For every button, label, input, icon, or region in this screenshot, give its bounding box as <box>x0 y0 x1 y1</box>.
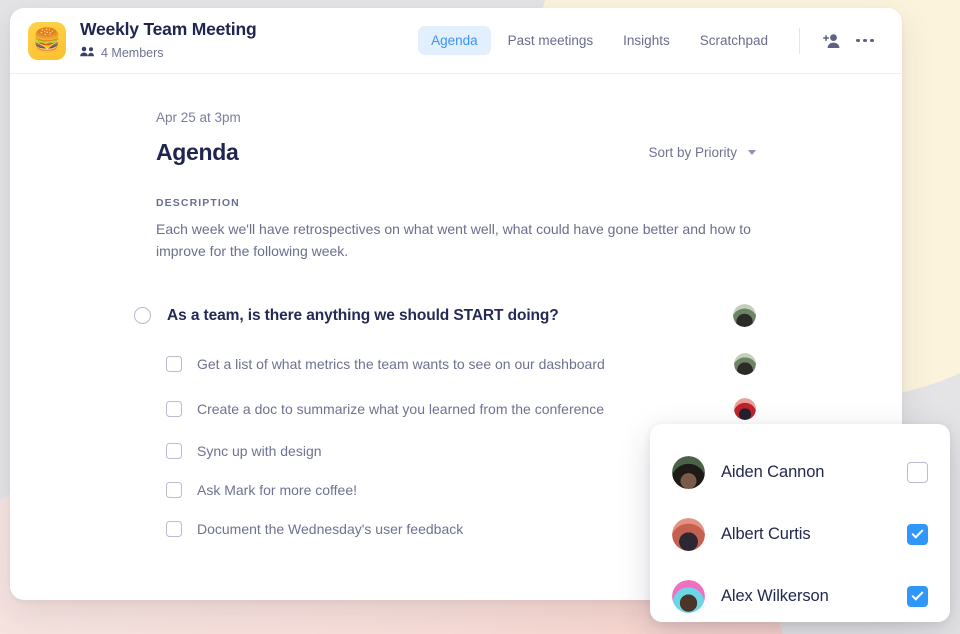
task-label: Document the Wednesday's user feedback <box>197 521 464 538</box>
assignee-name: Albert Curtis <box>721 524 811 543</box>
avatar-image <box>672 517 705 551</box>
avatar <box>734 398 756 421</box>
tab-agenda[interactable]: Agenda <box>418 26 491 55</box>
topic-radio[interactable] <box>134 307 151 325</box>
list-item[interactable]: Get a list of what metrics the team want… <box>166 353 902 376</box>
avatar-image <box>734 353 756 376</box>
assignee-checkbox[interactable] <box>907 523 928 545</box>
members-count-label: 4 Members <box>101 45 164 60</box>
assignee-popup: Aiden Cannon Albert Curtis Alex Wilkerso… <box>650 424 950 622</box>
avatar <box>672 455 705 489</box>
add-person-button[interactable] <box>816 26 846 56</box>
avatar-image <box>733 304 756 328</box>
burger-emoji-icon: 🍔 <box>28 21 66 60</box>
tab-insights[interactable]: Insights <box>610 26 683 55</box>
avatar <box>733 304 756 328</box>
app-header: 🍔 Weekly Team Meeting 4 Members Agenda P… <box>10 8 902 74</box>
topic-label: As a team, is there anything we should S… <box>167 306 559 324</box>
agenda-heading: Agenda <box>156 139 239 165</box>
meeting-date: Apr 25 at 3pm <box>156 110 241 125</box>
sort-dropdown-label: Sort by Priority <box>648 145 737 160</box>
task-label: Get a list of what metrics the team want… <box>197 356 605 373</box>
task-label: Sync up with design <box>197 443 322 460</box>
check-icon <box>911 526 924 539</box>
assignee-row[interactable]: Albert Curtis <box>672 503 928 565</box>
avatar <box>672 579 705 613</box>
task-checkbox[interactable] <box>166 521 182 538</box>
avatar-image <box>672 579 705 613</box>
avatar-image <box>672 455 705 489</box>
list-item[interactable]: Create a doc to summarize what you learn… <box>166 398 902 421</box>
members-row[interactable]: 4 Members <box>80 44 256 62</box>
description-text: Each week we'll have retrospectives on w… <box>156 221 751 259</box>
avatar <box>672 517 705 551</box>
tab-scratchpad[interactable]: Scratchpad <box>687 26 781 55</box>
assignee-row[interactable]: Alex Wilkerson <box>672 565 928 627</box>
task-label: Ask Mark for more coffee! <box>197 482 358 499</box>
task-checkbox[interactable] <box>166 356 182 373</box>
page-title: Weekly Team Meeting <box>80 19 257 40</box>
agenda-topic-row[interactable]: As a team, is there anything we should S… <box>134 304 902 328</box>
assignee-checkbox[interactable] <box>907 585 928 607</box>
task-checkbox[interactable] <box>166 401 182 418</box>
assignee-checkbox[interactable] <box>907 461 928 483</box>
more-options-button[interactable] <box>850 26 880 56</box>
nav-divider <box>799 27 800 54</box>
title-block: Weekly Team Meeting 4 Members <box>80 19 257 62</box>
tab-past-meetings[interactable]: Past meetings <box>495 26 607 55</box>
people-icon <box>80 44 95 62</box>
more-options-icon <box>856 38 874 43</box>
avatar <box>734 353 756 376</box>
task-checkbox[interactable] <box>166 482 182 499</box>
task-label: Create a doc to summarize what you learn… <box>197 401 604 418</box>
check-icon <box>911 588 924 601</box>
avatar-image <box>734 398 756 421</box>
chevron-down-icon <box>748 150 756 155</box>
top-nav: Agenda Past meetings Insights Scratchpad <box>418 26 880 56</box>
assignee-name: Alex Wilkerson <box>721 586 829 605</box>
description-label: DESCRIPTION <box>156 197 240 209</box>
task-checkbox[interactable] <box>166 443 182 460</box>
assignee-name: Aiden Cannon <box>721 462 825 481</box>
sort-dropdown[interactable]: Sort by Priority <box>648 145 756 160</box>
agenda-header-row: Agenda Sort by Priority <box>156 139 902 166</box>
assignee-row[interactable]: Aiden Cannon <box>672 441 928 503</box>
